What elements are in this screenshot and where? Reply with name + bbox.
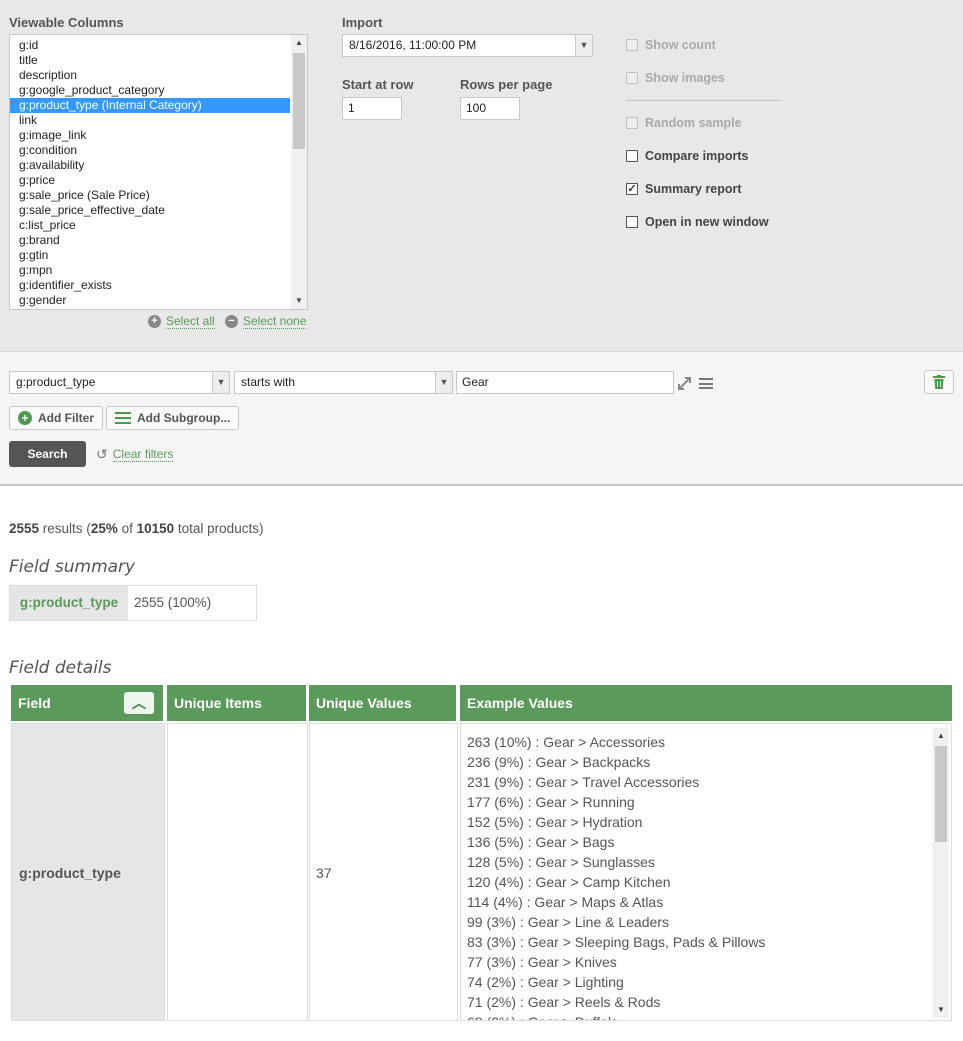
results-count: 2555 results (25% of 10150 total product…: [9, 521, 264, 536]
example-value-row: 71 (2%) : Gear > Reels & Rods: [467, 994, 661, 1010]
column-items: g:id title description g:google_product_cat…: [10, 35, 307, 308]
summary-report-checkbox[interactable]: ✓ Summary report: [626, 182, 742, 196]
example-value-row: 231 (9%) : Gear > Travel Accessories: [467, 774, 700, 790]
example-values-list: 263 (10%) : Gear > Accessories 236 (9%) :…: [461, 724, 933, 1020]
example-value-row: 236 (9%) : Gear > Backpacks: [467, 754, 651, 770]
compare-imports-checkbox[interactable]: Compare imports: [626, 149, 749, 163]
example-value-row: 99 (3%) : Gear > Line & Leaders: [467, 914, 669, 930]
column-option[interactable]: g:image_link: [10, 128, 290, 143]
import-label: Import: [342, 15, 383, 30]
scroll-thumb[interactable]: [935, 746, 947, 842]
minus-circle-icon: −: [225, 315, 238, 328]
example-value-row: 114 (4%) : Gear > Maps & Atlas: [467, 894, 664, 910]
column-option[interactable]: g:mpn: [10, 263, 290, 278]
cell-unique-items: [167, 723, 308, 1021]
column-option[interactable]: g:gender: [10, 293, 290, 308]
check-icon: ✓: [626, 183, 638, 195]
column-option[interactable]: g:product_type (Internal Category): [10, 98, 290, 113]
viewable-columns-list[interactable]: g:id title description g:google_product_cat…: [9, 34, 308, 310]
header-example-values: Example Values: [460, 685, 952, 721]
random-sample-checkbox[interactable]: Random sample: [626, 116, 742, 130]
viewable-columns-label: Viewable Columns: [9, 15, 124, 30]
delete-filter-button[interactable]: [924, 370, 954, 394]
search-button[interactable]: Search: [9, 441, 86, 467]
plus-circle-icon: +: [18, 411, 32, 425]
example-value-row: 77 (3%) : Gear > Knives: [467, 954, 617, 970]
example-value-row: 68 (2%) : Gear > Duffels: [467, 1012, 933, 1020]
chevron-down-icon: ▼: [212, 372, 229, 393]
cell-field: g:product_type: [11, 723, 165, 1021]
example-value-row: 263 (10%) : Gear > Accessories: [467, 734, 666, 750]
options-divider: [626, 100, 781, 101]
column-option[interactable]: g:brand: [10, 233, 290, 248]
add-filter-button[interactable]: + Add Filter: [9, 406, 103, 430]
show-count-checkbox[interactable]: Show count: [626, 38, 716, 52]
add-subgroup-button[interactable]: Add Subgroup...: [106, 406, 240, 430]
column-option[interactable]: g:availability: [10, 158, 290, 173]
plus-circle-icon: +: [148, 315, 161, 328]
select-all-button[interactable]: + Select all: [148, 314, 215, 329]
field-summary-table: g:product_type 2555 (100%): [9, 585, 257, 621]
rows-per-page-label: Rows per page: [460, 77, 553, 92]
cell-example-values: 263 (10%) : Gear > Accessories 236 (9%) :…: [460, 723, 952, 1021]
list-icon: [115, 412, 131, 424]
scroll-down-icon[interactable]: ▼: [933, 1002, 949, 1018]
field-summary-title: Field summary: [9, 557, 136, 577]
chevron-down-icon: ▼: [435, 372, 452, 393]
example-value-row: 177 (6%) : Gear > Running: [467, 794, 635, 810]
column-option[interactable]: g:google_product_category: [10, 83, 290, 98]
expand-icon[interactable]: [677, 376, 692, 391]
column-option[interactable]: g:id: [10, 38, 290, 53]
scroll-down-icon[interactable]: ▼: [291, 293, 307, 309]
columns-scrollbar[interactable]: ▲ ▼: [291, 35, 307, 309]
select-none-button[interactable]: − Select none: [225, 314, 307, 329]
example-value-row: 120 (4%) : Gear > Camp Kitchen: [467, 874, 671, 890]
open-new-window-checkbox[interactable]: Open in new window: [626, 215, 769, 229]
show-images-checkbox[interactable]: Show images: [626, 71, 725, 85]
start-row-label: Start at row: [342, 77, 414, 92]
example-value-row: 83 (3%) : Gear > Sleeping Bags, Pads & P…: [467, 934, 766, 950]
scroll-up-icon[interactable]: ▲: [933, 728, 949, 744]
example-value-row: 152 (5%) : Gear > Hydration: [467, 814, 643, 830]
filter-panel: g:product_type ▼ starts with ▼ Gear + Ad…: [0, 351, 963, 486]
scroll-up-icon[interactable]: ▲: [291, 35, 307, 51]
cell-unique-values: 37: [309, 723, 458, 1021]
field-details-title: Field details: [9, 658, 112, 678]
column-option[interactable]: link: [10, 113, 290, 128]
column-option[interactable]: description: [10, 68, 290, 83]
examples-scrollbar[interactable]: ▲ ▼: [933, 728, 949, 1018]
scroll-thumb[interactable]: [293, 53, 305, 149]
chevron-down-icon: ▼: [575, 35, 592, 56]
column-option[interactable]: g:sale_price (Sale Price): [10, 188, 290, 203]
example-value-row: 128 (5%) : Gear > Sunglasses: [467, 854, 655, 870]
clear-filters-button[interactable]: ↺ Clear filters: [96, 446, 174, 463]
header-unique-items: Unique Items: [167, 685, 306, 721]
column-option[interactable]: g:sale_price_effective_date: [10, 203, 290, 218]
example-value-row: 74 (2%) : Gear > Lighting: [467, 974, 624, 990]
menu-icon[interactable]: [699, 378, 713, 389]
filter-value-input[interactable]: Gear: [456, 371, 674, 394]
column-option[interactable]: g:price: [10, 173, 290, 188]
column-option[interactable]: c:list_price: [10, 218, 290, 233]
header-unique-values: Unique Values: [309, 685, 456, 721]
column-option[interactable]: title: [10, 53, 290, 68]
header-field: Field ︿: [11, 685, 163, 721]
options-panel: Viewable Columns g:id title description g:g…: [0, 0, 963, 351]
column-option[interactable]: g:identifier_exists: [10, 278, 290, 293]
undo-icon: ↺: [96, 446, 108, 462]
start-row-input[interactable]: 1: [342, 97, 402, 120]
filter-field-select[interactable]: g:product_type ▼: [9, 371, 230, 394]
sort-up-icon[interactable]: ︿: [124, 692, 154, 714]
summary-field-name: g:product_type: [10, 586, 128, 620]
column-option[interactable]: g:gtin: [10, 248, 290, 263]
example-value-row: 136 (5%) : Gear > Bags: [467, 834, 615, 850]
trash-icon: [933, 375, 945, 389]
rows-per-page-input[interactable]: 100: [460, 97, 520, 120]
summary-field-value: 2555 (100%): [134, 595, 212, 610]
filter-operator-select[interactable]: starts with ▼: [234, 371, 453, 394]
import-select[interactable]: 8/16/2016, 11:00:00 PM ▼: [342, 34, 593, 57]
column-option[interactable]: g:condition: [10, 143, 290, 158]
